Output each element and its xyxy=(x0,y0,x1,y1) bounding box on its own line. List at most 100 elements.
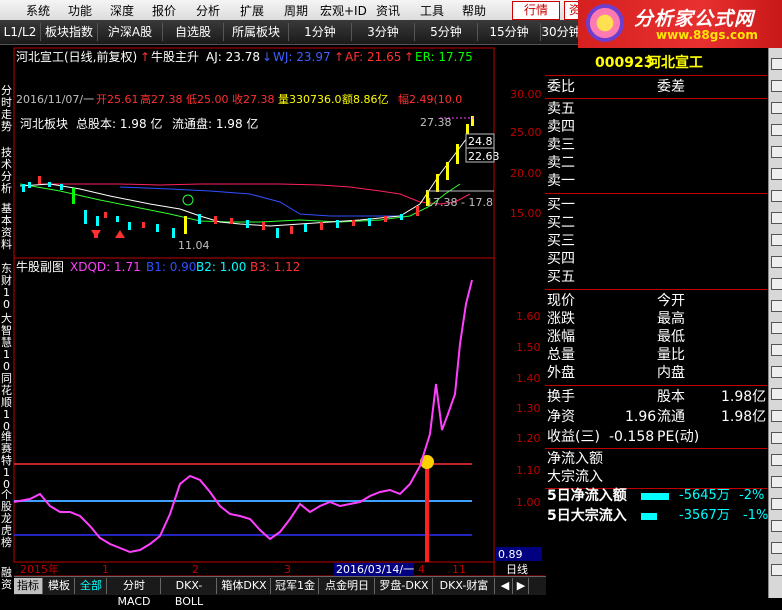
candle xyxy=(456,144,459,164)
tool-icon[interactable] xyxy=(771,300,782,312)
quote-low: 最低 xyxy=(657,329,685,345)
sell-5: 卖五 xyxy=(547,101,575,117)
tab-macd[interactable]: 分时MACD xyxy=(108,578,161,608)
tool-icon[interactable] xyxy=(771,278,782,290)
indicator-name: 牛股主升 xyxy=(151,49,199,64)
menu-system[interactable]: 系统 xyxy=(26,2,50,19)
flow-block-label: 大宗流入 xyxy=(547,469,603,485)
tab-15min[interactable]: 15分钟 xyxy=(478,23,541,41)
tool-icon[interactable] xyxy=(771,366,782,378)
tab-sh-sz-a[interactable]: 沪深A股 xyxy=(98,23,163,41)
panel-divider xyxy=(545,98,767,99)
tab-sector[interactable]: 所属板块 xyxy=(224,23,289,41)
tab-compass[interactable]: 罗盘-DKX xyxy=(376,578,433,594)
menu-quote[interactable]: 报价 xyxy=(152,2,176,19)
tab-5min[interactable]: 5分钟 xyxy=(415,23,478,41)
tool-icon[interactable] xyxy=(771,102,782,114)
tab-prev-icon[interactable]: ◀ xyxy=(498,578,513,594)
buy-1: 买一 xyxy=(547,197,575,213)
tool-icon[interactable] xyxy=(771,58,782,70)
sub-axis-tick: 1.50 xyxy=(516,341,541,354)
tab-watchlist[interactable]: 自选股 xyxy=(163,23,224,41)
candle xyxy=(352,220,355,226)
menu-period[interactable]: 周期 xyxy=(284,2,308,19)
tab-box-dkx[interactable]: 箱体DKX xyxy=(218,578,271,594)
tab-indicator[interactable]: 指标 xyxy=(14,578,43,594)
tool-icon[interactable] xyxy=(771,190,782,202)
tab-sector-index[interactable]: 板块指数 xyxy=(41,23,98,41)
candle xyxy=(290,226,293,234)
tab-3min[interactable]: 3分钟 xyxy=(352,23,415,41)
tool-icon[interactable] xyxy=(771,212,782,224)
tool-icon[interactable] xyxy=(771,322,782,334)
tab-30min[interactable]: 30分钟 xyxy=(541,23,582,41)
candle xyxy=(336,220,339,228)
tab-1min[interactable]: 1分钟 xyxy=(289,23,352,41)
logo-title: 分析家公式网 xyxy=(634,8,755,30)
tool-icon[interactable] xyxy=(771,124,782,136)
menu-news[interactable]: 资讯 xyxy=(376,2,400,19)
tool-icon[interactable] xyxy=(771,344,782,356)
tab-dkx-wealth[interactable]: DKX-财富 xyxy=(434,578,495,594)
tool-icon[interactable] xyxy=(771,168,782,180)
menu-depth[interactable]: 深度 xyxy=(110,2,134,19)
menu-extend[interactable]: 扩展 xyxy=(240,2,264,19)
info-amount: 额8.86亿 xyxy=(342,93,389,106)
menu-help[interactable]: 帮助 xyxy=(462,2,486,19)
tool-icon[interactable] xyxy=(771,432,782,444)
x-axis-month-5: 11 xyxy=(452,563,466,576)
menu-analysis[interactable]: 分析 xyxy=(196,2,220,19)
menu-function[interactable]: 功能 xyxy=(68,2,92,19)
candle xyxy=(48,182,51,187)
quote-button[interactable]: 行情 xyxy=(512,1,560,20)
tool-icon[interactable] xyxy=(771,476,782,488)
float-shares: 流通盘: 1.98 亿 xyxy=(172,116,258,131)
candle xyxy=(214,216,217,224)
tab-l1l2[interactable]: L1/L2 xyxy=(0,23,41,41)
tool-icon[interactable] xyxy=(771,234,782,246)
sub-current-value: 0.89 xyxy=(498,548,523,561)
tool-icon[interactable] xyxy=(771,520,782,532)
candle xyxy=(156,224,159,232)
tool-icon[interactable] xyxy=(771,564,782,576)
info-amplitude: 幅2.49(10.0 xyxy=(398,93,462,106)
tab-next-icon[interactable]: ▶ xyxy=(514,578,529,594)
tool-icon[interactable] xyxy=(771,256,782,268)
high-price-label: 27.38 xyxy=(420,116,452,129)
menu-tools[interactable]: 工具 xyxy=(420,2,444,19)
tool-icon[interactable] xyxy=(771,498,782,510)
tool-icon[interactable] xyxy=(771,454,782,466)
panel-divider xyxy=(545,289,767,290)
tab-template[interactable]: 模板 xyxy=(44,578,75,594)
tool-icon[interactable] xyxy=(771,146,782,158)
weibi-label: 委比 xyxy=(547,79,575,95)
tool-icon[interactable] xyxy=(771,80,782,92)
price-tag-1: 24.8 xyxy=(468,135,493,148)
tab-champion[interactable]: 冠军1金 xyxy=(272,578,319,594)
tool-icon[interactable] xyxy=(771,542,782,554)
aj-value: AJ: 23.78 xyxy=(206,50,260,64)
candle xyxy=(116,216,119,222)
tab-dkx-boll[interactable]: DKX-BOLL xyxy=(162,578,217,608)
period-label: 日线 xyxy=(506,562,528,576)
info-high: 高27.38 xyxy=(140,92,183,106)
panel-divider xyxy=(545,448,767,449)
candle xyxy=(262,222,265,230)
flow5-net-value: -5645万 xyxy=(679,488,730,503)
x-axis-month-4: 4 xyxy=(418,563,425,576)
cursor-date: 2016/03/14/一 xyxy=(336,563,414,576)
stock-code: 000923 xyxy=(595,55,654,71)
tab-all[interactable]: 全部 xyxy=(76,578,107,594)
sell-1: 卖一 xyxy=(547,173,575,189)
tool-icon[interactable] xyxy=(771,388,782,400)
chart-area[interactable]: 河北宣工(日线,前复权) ↑ 牛股主升 AJ: 23.78 ↓ WJ: 23.9… xyxy=(0,44,545,576)
info-volume: 量330736.0 xyxy=(278,93,342,106)
candle xyxy=(304,224,307,232)
sub-axis-tick: 1.20 xyxy=(516,432,541,445)
xdqd-line xyxy=(13,279,473,554)
menu-macro[interactable]: 宏观+ID xyxy=(320,2,367,19)
candle xyxy=(368,218,371,226)
flow5-net-bar xyxy=(641,493,669,500)
tab-golden[interactable]: 点金明日 xyxy=(320,578,375,594)
tool-icon[interactable] xyxy=(771,410,782,422)
